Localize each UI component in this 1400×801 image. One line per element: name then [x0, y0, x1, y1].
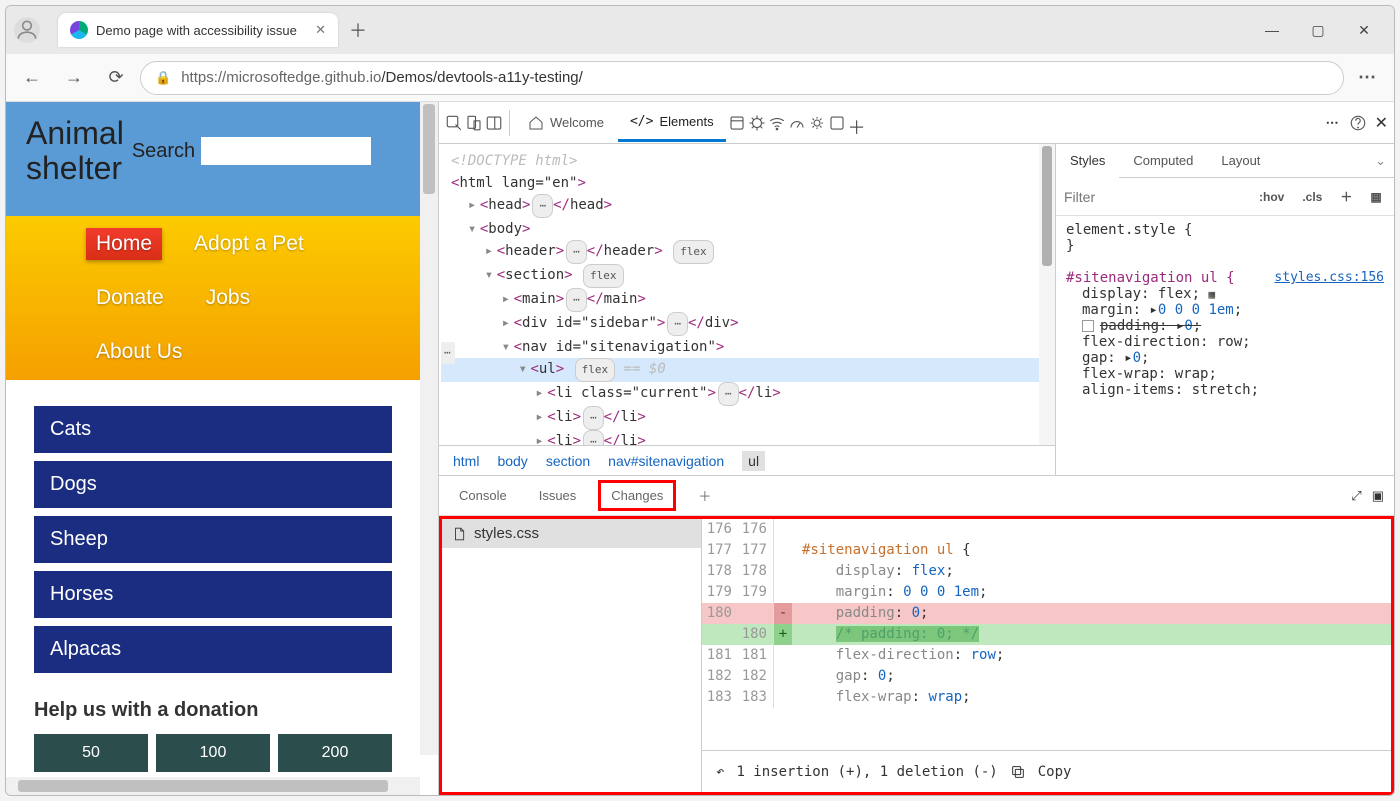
diff-summary: 1 insertion (+), 1 deletion (-) [736, 764, 997, 780]
devtools-close-button[interactable]: ✕ [1375, 113, 1388, 133]
profile-avatar[interactable] [14, 17, 40, 43]
window-close-button[interactable]: ✕ [1342, 14, 1386, 46]
window-minimize-button[interactable]: ― [1250, 14, 1294, 46]
tab-welcome[interactable]: Welcome [516, 105, 616, 141]
edge-icon [70, 21, 88, 39]
inspect-icon[interactable] [445, 114, 463, 132]
crumb-html[interactable]: html [453, 453, 479, 469]
prop-checkbox[interactable] [1082, 320, 1094, 332]
rule-link[interactable]: styles.css:156 [1274, 270, 1384, 285]
bug-icon[interactable] [748, 114, 766, 132]
page-hero: Animalshelter Search [6, 102, 420, 216]
help-icon[interactable] [1349, 114, 1367, 132]
animal-sheep[interactable]: Sheep [34, 516, 392, 563]
sources-icon[interactable] [728, 114, 746, 132]
browser-menu-button[interactable]: ⋯ [1350, 60, 1386, 96]
copy-icon[interactable] [1010, 764, 1026, 780]
site-title-1: Animal [26, 115, 124, 151]
nav-home[interactable]: Home [86, 228, 162, 260]
animal-list: Cats Dogs Sheep Horses Alpacas [6, 380, 420, 699]
devtools-menu-button[interactable]: ⋯ [1326, 115, 1341, 131]
animal-dogs[interactable]: Dogs [34, 461, 392, 508]
tab-elements[interactable]: </>Elements [618, 104, 726, 142]
url-path: /Demos/devtools-a11y-testing/ [381, 69, 582, 86]
application-icon[interactable] [828, 114, 846, 132]
address-bar[interactable]: 🔒 https://microsoftedge.github.io/Demos/… [140, 61, 1344, 95]
cls-toggle[interactable]: .cls [1298, 188, 1326, 206]
devtools-top-toolbar: Welcome </>Elements ＋ ⋯ ✕ [439, 102, 1394, 144]
drawer-expand-icon[interactable]: ⤢ [1351, 488, 1361, 504]
styles-tab-computed[interactable]: Computed [1119, 145, 1207, 176]
nav-about[interactable]: About Us [86, 336, 192, 368]
nav-adopt[interactable]: Adopt a Pet [184, 228, 314, 260]
browser-tab[interactable]: Demo page with accessibility issue ✕ [58, 13, 338, 47]
paint-icon[interactable]: ▦ [1366, 188, 1385, 206]
search-label: Search [132, 140, 195, 163]
animal-cats[interactable]: Cats [34, 406, 392, 453]
styles-filter-input[interactable] [1064, 189, 1245, 205]
site-nav: Home Adopt a Pet Donate Jobs About Us [6, 216, 420, 380]
styles-tab-layout[interactable]: Layout [1207, 145, 1274, 176]
drawer-add-icon[interactable]: ＋ [688, 478, 721, 513]
amount-100[interactable]: 100 [156, 734, 270, 772]
new-tab-button[interactable]: ＋ [344, 13, 372, 47]
forward-button[interactable]: → [56, 60, 92, 96]
site-title-2: shelter [26, 150, 122, 186]
crumb-nav[interactable]: nav#sitenavigation [608, 453, 724, 469]
donation-heading: Help us with a donation [34, 699, 392, 722]
add-panel-icon[interactable]: ＋ [848, 114, 866, 132]
revert-icon[interactable]: ↶ [716, 764, 724, 780]
url-host: https://microsoftedge.github.io [181, 69, 381, 86]
memory-icon[interactable] [808, 114, 826, 132]
dom-tree[interactable]: <!DOCTYPE html> <html lang="en"> ▸<head>… [439, 144, 1055, 445]
tab-title: Demo page with accessibility issue [96, 23, 297, 38]
back-button[interactable]: ← [14, 60, 50, 96]
nav-donate[interactable]: Donate [86, 282, 174, 314]
copy-button[interactable]: Copy [1038, 764, 1072, 780]
search-input[interactable] [201, 137, 371, 165]
hov-toggle[interactable]: :hov [1255, 188, 1288, 206]
crumb-section[interactable]: section [546, 453, 590, 469]
drawer-tab-issues[interactable]: Issues [529, 480, 587, 511]
page-horizontal-scrollbar[interactable] [6, 777, 420, 795]
crumb-ul[interactable]: ul [742, 451, 765, 471]
css-rules[interactable]: element.style { } #sitenavigation ul {st… [1056, 216, 1394, 475]
dom-breadcrumbs[interactable]: html body section nav#sitenavigation ul [439, 445, 1055, 475]
new-style-rule-icon[interactable]: ＋ [1336, 186, 1356, 207]
browser-titlebar: Demo page with accessibility issue ✕ ＋ ―… [6, 6, 1394, 54]
network-icon[interactable] [768, 114, 786, 132]
performance-icon[interactable] [788, 114, 806, 132]
animal-alpacas[interactable]: Alpacas [34, 626, 392, 673]
changed-file[interactable]: styles.css [442, 519, 701, 548]
styles-pane: Styles Computed Layout ⌄ :hov .cls ＋ ▦ ▣… [1056, 144, 1394, 475]
lock-icon: 🔒 [155, 70, 171, 86]
device-emulation-icon[interactable] [465, 114, 483, 132]
tab-close-icon[interactable]: ✕ [315, 22, 326, 38]
dock-icon[interactable] [485, 114, 503, 132]
devtools-drawer: Console Issues Changes ＋ ⤢ ▣ styles.css [439, 475, 1394, 795]
animal-horses[interactable]: Horses [34, 571, 392, 618]
nav-jobs[interactable]: Jobs [196, 282, 260, 314]
browser-toolbar: ← → ⟳ 🔒 https://microsoftedge.github.io/… [6, 54, 1394, 102]
changes-file-list[interactable]: styles.css [442, 519, 702, 792]
rendered-page: Animalshelter Search Home Adopt a Pet Do… [6, 102, 438, 795]
drawer-tab-console[interactable]: Console [449, 480, 517, 511]
drawer-tab-changes[interactable]: Changes [598, 480, 676, 511]
amount-200[interactable]: 200 [278, 734, 392, 772]
diff-view[interactable]: 176176177177#sitenavigation ul {178178 d… [702, 519, 1391, 792]
dom-scrollbar[interactable] [1039, 144, 1055, 445]
refresh-button[interactable]: ⟳ [98, 60, 134, 96]
devtools: Welcome </>Elements ＋ ⋯ ✕ <!DOCTYPE html… [438, 102, 1394, 795]
amount-50[interactable]: 50 [34, 734, 148, 772]
window-maximize-button[interactable]: ▢ [1296, 14, 1340, 46]
styles-tab-styles[interactable]: Styles [1056, 145, 1119, 178]
drawer-dock-icon[interactable]: ▣ [1372, 488, 1384, 504]
page-vertical-scrollbar[interactable] [420, 102, 438, 755]
crumb-body[interactable]: body [497, 453, 527, 469]
styles-tabs-more-icon[interactable]: ⌄ [1375, 153, 1394, 169]
